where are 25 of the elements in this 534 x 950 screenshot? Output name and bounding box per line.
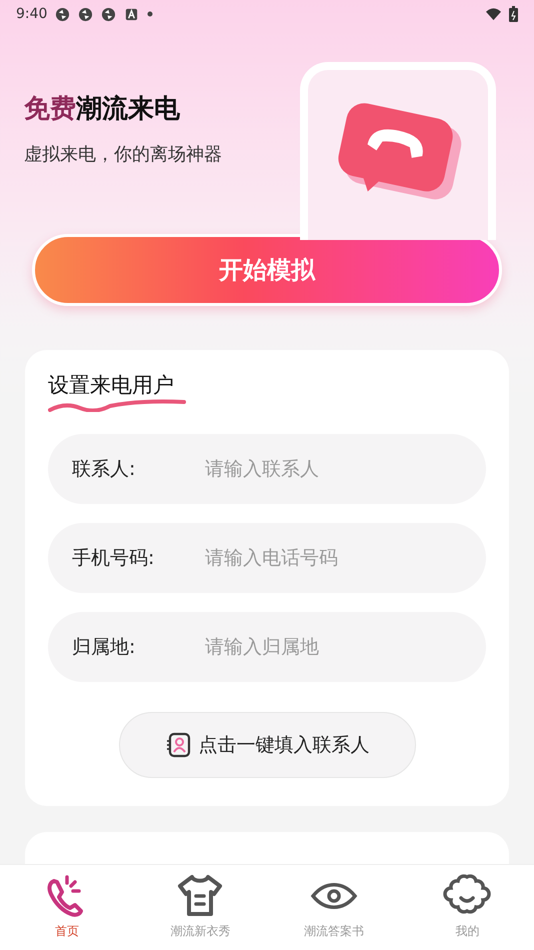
nav-tab[interactable]: 潮流新衣秀 <box>134 865 267 950</box>
battery-icon <box>509 6 518 22</box>
wifi-icon <box>486 6 501 22</box>
app-notification-icon <box>55 6 70 22</box>
dot-icon <box>147 11 154 17</box>
input-field[interactable]: 请输入归属地 <box>203 635 462 659</box>
card-title: 设置来电用户 <box>48 372 174 398</box>
field-label: 联系人: <box>72 457 136 482</box>
hero-title: 免费潮流来电 <box>24 92 181 126</box>
status-time: 9:40 <box>16 6 48 22</box>
nav-tab[interactable]: 我的 <box>400 865 534 950</box>
underline-squiggle-icon <box>48 398 188 412</box>
nav-tab[interactable]: 首页 <box>0 865 134 950</box>
app-notification-icon <box>78 6 94 22</box>
notification-icon <box>124 6 140 22</box>
start-simulation-button[interactable]: 开始模拟 <box>32 234 502 306</box>
nav-tab[interactable]: 潮流答案书 <box>267 865 400 950</box>
field-label: 手机号码: <box>72 546 156 571</box>
app-notification-icon <box>101 6 116 22</box>
field-label: 归属地: <box>72 635 136 660</box>
contact-card-icon <box>164 732 190 758</box>
fill-contact-button[interactable]: 点击一键填入联系人 <box>118 712 416 778</box>
input-field[interactable]: 请输入电话号码 <box>203 546 462 570</box>
input-field[interactable]: 请输入联系人 <box>203 457 462 481</box>
hero-subtitle: 虚拟来电，你的离场神器 <box>24 142 223 166</box>
